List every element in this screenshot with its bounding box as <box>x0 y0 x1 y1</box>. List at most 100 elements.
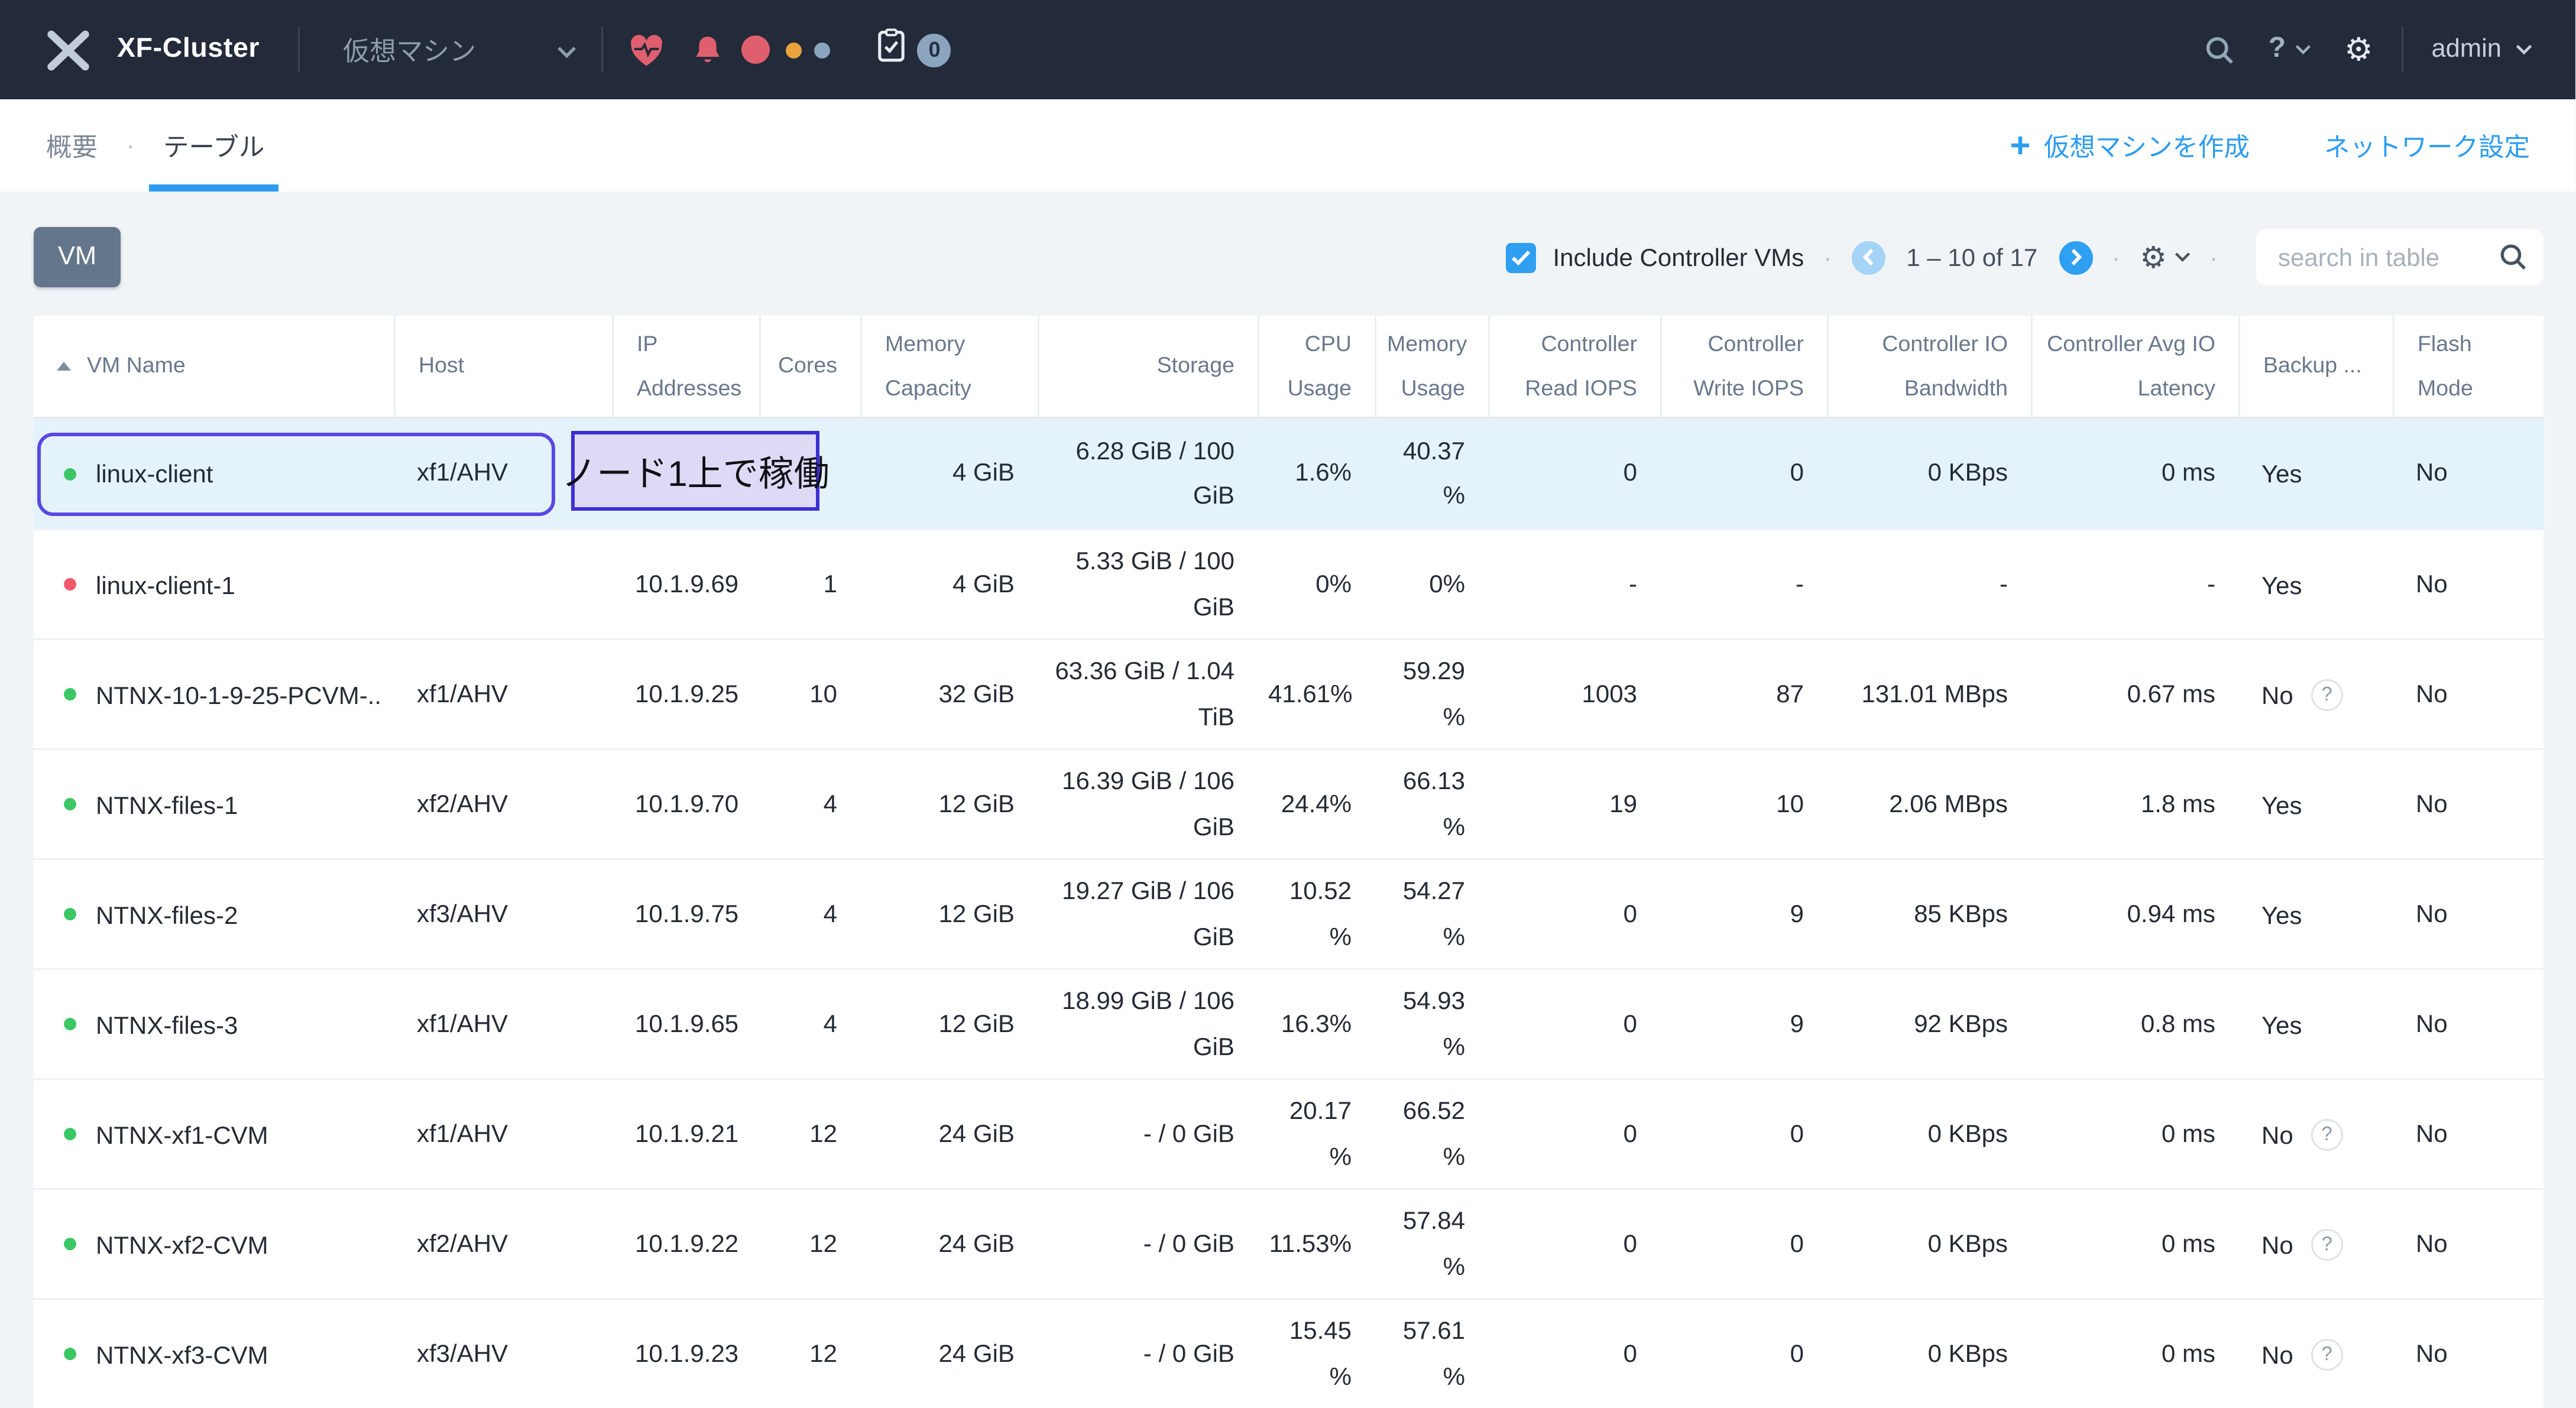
settings-gear-icon[interactable] <box>2344 34 2373 66</box>
controller-write-iops-cell: 0 <box>1660 1080 1827 1188</box>
flash-mode-cell: No <box>2393 750 2543 858</box>
create-vm-link[interactable]: 仮想マシンを作成 <box>2010 127 2250 164</box>
cpu-usage-cell: 0% <box>1258 530 1375 638</box>
backup-cell: Yes <box>2238 418 2393 528</box>
health-heart-icon[interactable] <box>628 33 666 67</box>
column-header-backup[interactable]: Backup ... <box>2238 316 2393 417</box>
controller-write-iops-cell: 9 <box>1660 860 1827 968</box>
cpu-usage-cell: 24.4% <box>1258 750 1375 858</box>
table-search <box>2257 229 2544 286</box>
app-window: XF-Cluster 仮想マシン 0 ? <box>0 0 2576 1374</box>
column-header-cores[interactable]: Cores <box>759 316 860 417</box>
controller-io-bandwidth-cell: - <box>1827 530 2031 638</box>
host-cell: xf3/AHV <box>394 860 612 968</box>
column-header-controller-io-bandwidth[interactable]: Controller IO Bandwidth <box>1827 316 2031 417</box>
column-header-vm-name[interactable]: VM Name <box>34 316 394 417</box>
vm-entity-button[interactable]: VM <box>34 227 121 287</box>
tab-table[interactable]: テーブル <box>163 99 264 192</box>
vm-name-cell[interactable]: NTNX-files-3 <box>34 970 394 1078</box>
pagination-prev-button[interactable] <box>1851 241 1885 274</box>
vm-name-cell[interactable]: NTNX-xf1-CVM <box>34 1080 394 1188</box>
plus-icon <box>2010 135 2031 156</box>
backup-help-icon[interactable]: ? <box>2311 1228 2343 1260</box>
table-row-NTNX-xf3-CVM[interactable]: NTNX-xf3-CVMxf3/AHV10.1.9.231224 GiB- / … <box>34 1298 2543 1408</box>
memory-capacity-cell: 4 GiB <box>860 418 1038 528</box>
column-header-controller-write-iops[interactable]: Controller Write IOPS <box>1660 316 1827 417</box>
chevron-down-icon <box>2295 44 2311 55</box>
table-row-linux-client[interactable]: linux-clientxf1/AHV4 GiB6.28 GiB / 100 G… <box>34 418 2543 528</box>
tasks-count-badge: 0 <box>918 33 951 67</box>
column-header-memory-usage[interactable]: Memory Usage <box>1375 316 1488 417</box>
table-search-input[interactable] <box>2257 229 2544 286</box>
controller-io-bandwidth-cell: 92 KBps <box>1827 970 2031 1078</box>
vm-name-cell[interactable]: linux-client <box>34 418 394 528</box>
column-header-flash-mode[interactable]: Flash Mode <box>2393 316 2543 417</box>
cpu-usage-cell: 1.6% <box>1258 418 1375 528</box>
vm-name-cell[interactable]: NTNX-10-1-9-25-PCVM-... <box>34 640 394 748</box>
ip-addresses-cell: 10.1.9.22 <box>612 1190 759 1298</box>
controller-read-iops-cell: - <box>1488 530 1660 638</box>
table-row-NTNX-xf2-CVM[interactable]: NTNX-xf2-CVMxf2/AHV10.1.9.221224 GiB- / … <box>34 1188 2543 1298</box>
backup-help-icon[interactable]: ? <box>2311 1338 2343 1370</box>
separator-dot: · <box>2112 243 2120 271</box>
critical-alert-dot-icon[interactable] <box>742 35 770 64</box>
entity-selector-dropdown[interactable]: 仮想マシン <box>300 0 602 99</box>
vm-name-cell[interactable]: NTNX-files-2 <box>34 860 394 968</box>
question-mark-icon: ? <box>2269 34 2286 66</box>
nutanix-x-logo-icon[interactable] <box>46 30 90 70</box>
warning-alert-dot-icon[interactable] <box>786 42 802 58</box>
table-row-NTNX-files-3[interactable]: NTNX-files-3xf1/AHV10.1.9.65412 GiB18.99… <box>34 968 2543 1078</box>
table-row-NTNX-files-1[interactable]: NTNX-files-1xf2/AHV10.1.9.70412 GiB16.39… <box>34 748 2543 858</box>
table-row-linux-client-1[interactable]: linux-client-110.1.9.6914 GiB5.33 GiB / … <box>34 528 2543 638</box>
vm-name-cell[interactable]: NTNX-xf2-CVM <box>34 1190 394 1298</box>
info-alert-dot-icon[interactable] <box>815 42 831 58</box>
controller-write-iops-cell: 9 <box>1660 970 1827 1078</box>
table-toolbar: VM Include Controller VMs · 1 – 10 of 17… <box>34 227 2544 287</box>
cpu-usage-cell: 11.53% <box>1258 1190 1375 1298</box>
controller-write-iops-cell: 10 <box>1660 750 1827 858</box>
memory-usage-cell: 54.93 % <box>1375 970 1488 1078</box>
network-config-link[interactable]: ネットワーク設定 <box>2324 127 2530 164</box>
vm-name-cell[interactable]: linux-client-1 <box>34 530 394 638</box>
table-row-NTNX-files-2[interactable]: NTNX-files-2xf3/AHV10.1.9.75412 GiB19.27… <box>34 858 2543 968</box>
help-menu-button[interactable]: ? <box>2269 34 2311 66</box>
backup-help-icon[interactable]: ? <box>2311 679 2343 711</box>
alerts-bell-icon[interactable] <box>692 33 724 67</box>
memory-usage-cell: 57.61 % <box>1375 1300 1488 1408</box>
flash-mode-cell: No <box>2393 1080 2543 1188</box>
flash-mode-cell: No <box>2393 1300 2543 1408</box>
controller-write-iops-cell: 0 <box>1660 1190 1827 1298</box>
backup-cell: No? <box>2238 1080 2393 1188</box>
vm-table: VM NameHostIP AddressesCoresMemory Capac… <box>34 316 2543 1408</box>
create-vm-label: 仮想マシンを作成 <box>2044 127 2250 164</box>
column-header-ip-addresses[interactable]: IP Addresses <box>612 316 759 417</box>
vm-name-cell[interactable]: NTNX-files-1 <box>34 750 394 858</box>
ip-addresses-cell: 10.1.9.21 <box>612 1080 759 1188</box>
include-controller-vms-label[interactable]: Include Controller VMs <box>1553 243 1804 271</box>
top-bar: XF-Cluster 仮想マシン 0 ? <box>0 0 2576 99</box>
column-header-storage[interactable]: Storage <box>1038 316 1258 417</box>
cluster-name: XF-Cluster <box>117 34 260 66</box>
table-settings-button[interactable] <box>2140 242 2190 272</box>
table-row-NTNX-10-1-9-25-PCVM-...[interactable]: NTNX-10-1-9-25-PCVM-...xf1/AHV10.1.9.251… <box>34 638 2543 748</box>
controller-write-iops-cell: 87 <box>1660 640 1827 748</box>
column-header-controller-read-iops[interactable]: Controller Read IOPS <box>1488 316 1660 417</box>
user-menu-button[interactable]: admin <box>2431 35 2533 64</box>
column-header-controller-avg-io-latency[interactable]: Controller Avg IO Latency <box>2031 316 2238 417</box>
backup-help-icon[interactable]: ? <box>2311 1118 2343 1150</box>
tab-overview[interactable]: 概要 <box>46 99 98 192</box>
column-header-cpu-usage[interactable]: CPU Usage <box>1258 316 1375 417</box>
vm-name-cell[interactable]: NTNX-xf3-CVM <box>34 1300 394 1408</box>
ip-addresses-cell: 10.1.9.69 <box>612 530 759 638</box>
column-header-memory-capacity[interactable]: Memory Capacity <box>860 316 1038 417</box>
column-header-host[interactable]: Host <box>394 316 612 417</box>
pagination-next-button[interactable] <box>2059 241 2092 274</box>
table-row-NTNX-xf1-CVM[interactable]: NTNX-xf1-CVMxf1/AHV10.1.9.211224 GiB- / … <box>34 1078 2543 1188</box>
search-icon[interactable] <box>2205 35 2235 65</box>
controller-avg-io-latency-cell: 0 ms <box>2031 1190 2238 1298</box>
include-controller-vms-checkbox[interactable] <box>1506 242 1537 272</box>
tasks-clipboard-icon <box>879 28 905 71</box>
host-cell: xf2/AHV <box>394 1190 612 1298</box>
controller-read-iops-cell: 0 <box>1488 1080 1660 1188</box>
tasks-button[interactable]: 0 <box>879 28 951 71</box>
